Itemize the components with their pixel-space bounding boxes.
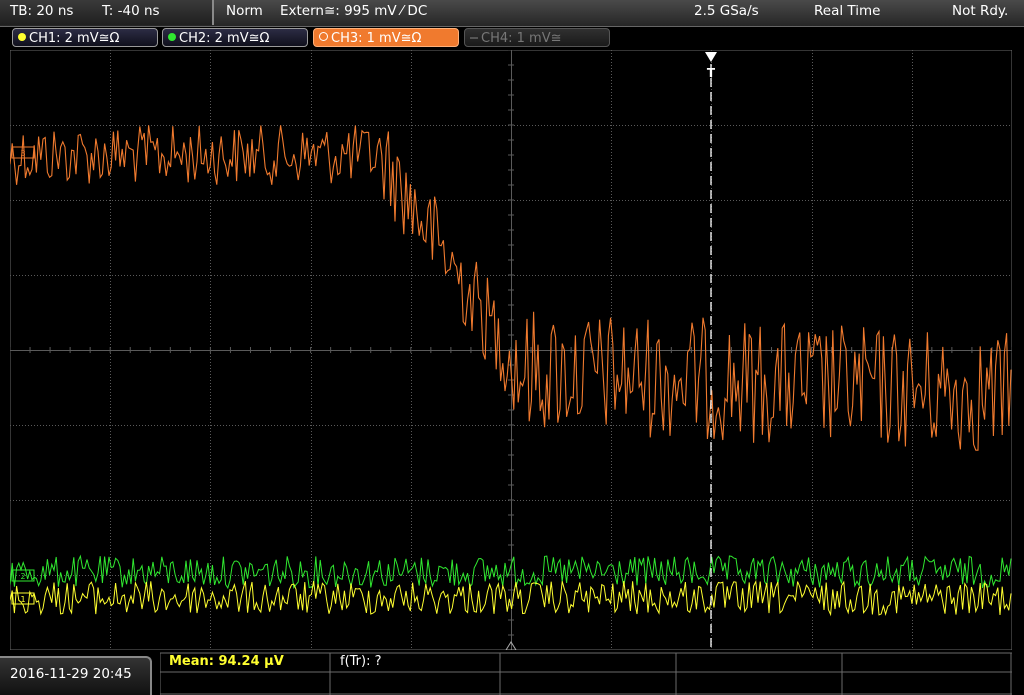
channel-2-label: CH2: 2 mV≅Ω (179, 31, 270, 46)
channel-2-button[interactable]: CH2: 2 mV≅Ω (162, 28, 308, 47)
acquisition-mode-label[interactable]: Real Time (814, 3, 880, 19)
trigger-source-label[interactable]: Extern≅: 995 mV ⁄ DC (280, 3, 427, 19)
status-bar: TB: 20 ns T: -40 ns Norm Extern≅: 995 mV… (0, 0, 1024, 27)
svg-text:2: 2 (20, 572, 25, 581)
measurement-rise-frequency[interactable]: f(Tr): ? (340, 654, 382, 669)
channel-1-button[interactable]: CH1: 2 mV≅Ω (12, 28, 158, 47)
trigger-marker-label: T (707, 66, 716, 80)
channel-4-label: CH4: 1 mV≅ (481, 31, 562, 46)
channel-2-color-icon (168, 33, 176, 41)
measurement-table[interactable] (160, 652, 1012, 695)
measurement-mean[interactable]: Mean: 94.24 µV (169, 654, 284, 669)
channel-1-color-icon (18, 33, 26, 41)
timebase-box[interactable]: TB: 20 ns T: -40 ns (0, 0, 214, 25)
channel-4-off-icon (470, 37, 478, 39)
channel-3-label: CH3: 1 mV≅Ω (331, 31, 422, 46)
channel-1-label: CH1: 2 mV≅Ω (29, 31, 120, 46)
channel-4-button[interactable]: CH4: 1 mV≅ (464, 28, 610, 47)
waveform-display[interactable]: T 3 2 1 (10, 50, 1012, 650)
svg-text:1: 1 (20, 595, 25, 604)
trigger-mode-label[interactable]: Norm (226, 3, 263, 19)
acquisition-status-label: Not Rdy. (952, 3, 1009, 19)
channel-3-color-icon (319, 32, 328, 41)
trigger-offset-label[interactable]: T: -40 ns (102, 3, 160, 19)
svg-text:3: 3 (20, 149, 25, 158)
datetime-box: 2016-11-29 20:45 (0, 656, 152, 695)
datetime-label: 2016-11-29 20:45 (10, 666, 132, 682)
sample-rate-label[interactable]: 2.5 GSa/s (694, 3, 759, 19)
channel-3-button[interactable]: CH3: 1 mV≅Ω (313, 28, 459, 47)
timebase-label[interactable]: TB: 20 ns (10, 3, 73, 19)
